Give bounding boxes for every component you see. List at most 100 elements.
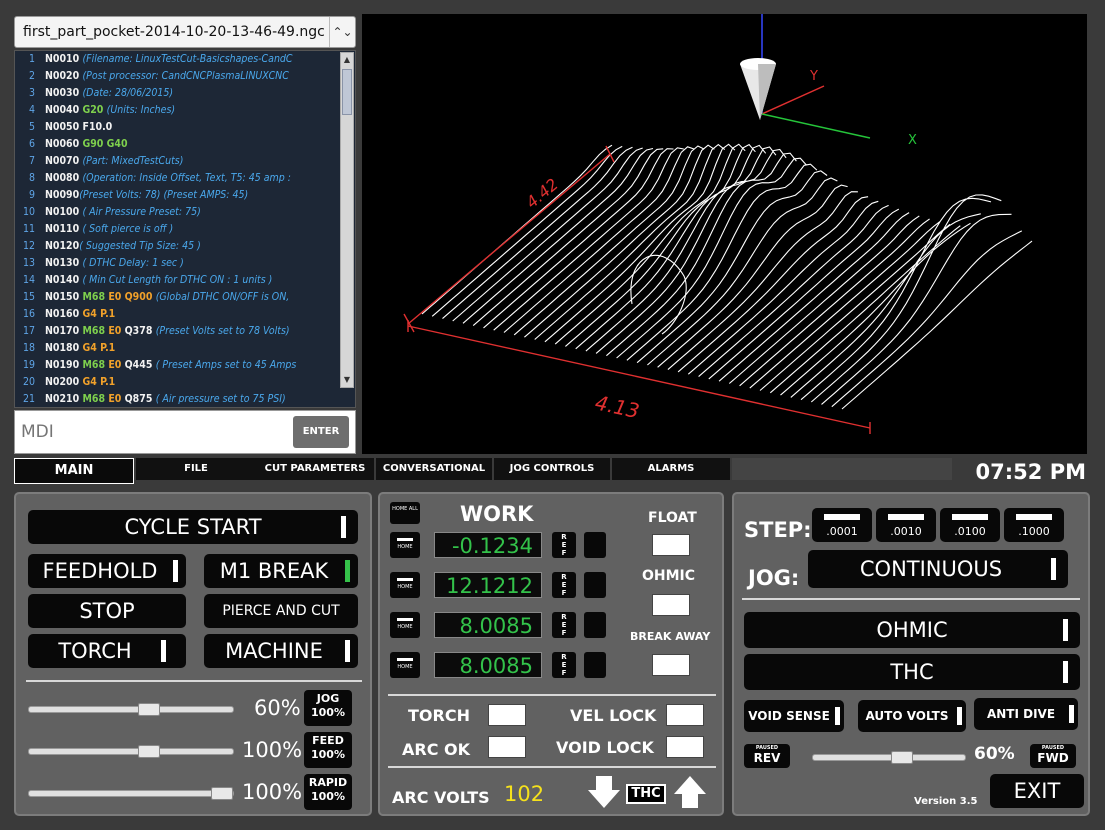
thc-up-arrow-icon[interactable] — [672, 774, 708, 810]
rapid-override-label: RAPID — [308, 776, 348, 789]
step-button[interactable]: .1000 — [1004, 508, 1064, 542]
feed-override-button[interactable]: FEED 100% — [304, 732, 352, 768]
tab-jog-controls[interactable]: JOG CONTROLS — [494, 458, 610, 480]
scroll-up-icon[interactable]: ▲ — [341, 53, 353, 67]
gcode-line[interactable]: 10 N0100 ( Air Pressure Preset: 75) — [15, 204, 355, 221]
jog-slider[interactable] — [28, 703, 234, 716]
thc-down-arrow-icon[interactable] — [586, 774, 622, 810]
gcode-line[interactable]: 17 N0170 M68 E0 Q378 (Preset Volts set to… — [15, 323, 355, 340]
tab-conversational[interactable]: CONVERSATIONAL — [376, 458, 492, 480]
torch-indicator — [161, 640, 166, 662]
home-bar — [397, 538, 413, 541]
ref-z-button[interactable]: REF — [552, 612, 576, 638]
gcode-line[interactable]: 7 N0070 (Part: MixedTestCuts) — [15, 153, 355, 170]
scroll-thumb[interactable] — [342, 69, 352, 115]
step-button[interactable]: .0001 — [812, 508, 872, 542]
gcode-token: E0 — [108, 325, 125, 337]
gcode-token: ( DTHC Delay: 1 sec ) — [82, 257, 184, 269]
file-select[interactable]: first_part_pocket-2014-10-20-13-46-49.ng… — [14, 16, 356, 48]
rev-button[interactable]: PAUSED REV — [744, 744, 790, 768]
tab-file[interactable]: FILE — [136, 458, 256, 480]
stop-button[interactable]: STOP — [28, 594, 186, 628]
home-z-button[interactable]: HOME — [390, 612, 420, 638]
tab-cut-parameters[interactable]: CUT PARAMETERS — [256, 458, 374, 480]
gcode-token: N0030 — [45, 87, 83, 99]
jog-slider-thumb[interactable] — [138, 703, 161, 716]
rapid-slider[interactable] — [28, 787, 234, 800]
gcode-line-number: 11 — [22, 223, 35, 235]
gcode-scrollbar[interactable]: ▲ ▼ — [340, 52, 354, 388]
torch-button[interactable]: TORCH — [28, 634, 186, 668]
enter-button[interactable]: ENTER — [293, 416, 349, 448]
home-a-button[interactable]: HOME — [390, 652, 420, 678]
gcode-line[interactable]: 18 N0180 G4 P.1 — [15, 340, 355, 357]
gcode-line[interactable]: 21 N0210 M68 E0 Q875 ( Air pressure set t… — [15, 391, 355, 407]
home-x-button[interactable]: HOME — [390, 532, 420, 558]
gcode-line[interactable]: 3 N0030 (Date: 28/06/2015) — [15, 85, 355, 102]
gcode-line[interactable]: 1 N0010 (Filename: LinuxTestCut-Basicshap… — [15, 51, 355, 68]
gcode-line[interactable]: 11 N0110 ( Soft pierce is off ) — [15, 221, 355, 238]
gcode-line[interactable]: 4 N0040 G20 (Units: Inches) — [15, 102, 355, 119]
zero-a-button[interactable] — [584, 652, 606, 678]
rapid-override-button[interactable]: RAPID 100% — [304, 774, 352, 810]
gcode-line[interactable]: 15 N0150 M68 E0 Q900 (Global DTHC ON/OFF … — [15, 289, 355, 306]
machine-button[interactable]: MACHINE — [204, 634, 358, 668]
ref-x-button[interactable]: REF — [552, 532, 576, 558]
gcode-line[interactable]: 8 N0080 (Operation: Inside Offset, Text, … — [15, 170, 355, 187]
tab-main[interactable]: MAIN — [14, 458, 134, 484]
gcode-viewer[interactable]: 1 N0010 (Filename: LinuxTestCut-Basicshap… — [14, 50, 356, 408]
step-button[interactable]: .0010 — [876, 508, 936, 542]
auto-volts-button[interactable]: AUTO VOLTS — [858, 700, 966, 732]
pierce-and-cut-button[interactable]: PIERCE AND CUT — [204, 594, 358, 628]
cycle-start-button[interactable]: CYCLE START — [28, 510, 358, 544]
rapid-slider-thumb[interactable] — [211, 787, 233, 800]
step-button[interactable]: .0100 — [940, 508, 1000, 542]
thc-toggle[interactable]: THC — [626, 784, 666, 804]
gcode-line[interactable]: 12 N0120( Suggested Tip Size: 45 ) — [15, 238, 355, 255]
cycle-start-label: CYCLE START — [124, 515, 262, 539]
gcode-line[interactable]: 5 N0050 F10.0 — [15, 119, 355, 136]
zero-y-button[interactable] — [584, 572, 606, 598]
feed-slider-thumb[interactable] — [138, 745, 161, 758]
toolpath-preview[interactable]: 4.42 4.13 Y X — [362, 14, 1087, 454]
void-sense-button[interactable]: VOID SENSE — [744, 700, 844, 732]
fwd-button[interactable]: PAUSED FWD — [1030, 744, 1076, 768]
zero-x-button[interactable] — [584, 532, 606, 558]
gcode-line[interactable]: 14 N0140 ( Min Cut Length for DTHC ON : 1… — [15, 272, 355, 289]
anti-dive-label: ANTI DIVE — [986, 707, 1056, 721]
gcode-token: (Filename: LinuxTestCut-Basicshapes-Cand… — [82, 53, 293, 65]
path-speed-slider-thumb[interactable] — [891, 751, 913, 764]
scroll-down-icon[interactable]: ▼ — [341, 373, 353, 387]
gcode-token: N0180 — [45, 342, 83, 354]
thc-toggle-button[interactable]: THC — [744, 654, 1080, 690]
jog-mode-indicator — [1051, 558, 1056, 580]
break-away-indicator — [652, 654, 690, 676]
zero-z-button[interactable] — [584, 612, 606, 638]
ohmic-toggle-button[interactable]: OHMIC — [744, 612, 1080, 648]
m1-break-button[interactable]: M1 BREAK — [204, 554, 358, 588]
divider — [388, 766, 716, 768]
gcode-line[interactable]: 16 N0160 G4 P.1 — [15, 306, 355, 323]
jog-mode-button[interactable]: CONTINUOUS — [808, 550, 1068, 588]
exit-button[interactable]: EXIT — [990, 774, 1084, 808]
feed-slider[interactable] — [28, 745, 234, 758]
gcode-line[interactable]: 9 N0090(Preset Volts: 78) (Preset AMPS: 4… — [15, 187, 355, 204]
tab-alarms[interactable]: ALARMS — [612, 458, 730, 480]
feedhold-button[interactable]: FEEDHOLD — [28, 554, 186, 588]
gcode-line[interactable]: 13 N0130 ( DTHC Delay: 1 sec ) — [15, 255, 355, 272]
home-all-button[interactable]: HOME ALL — [390, 502, 420, 524]
gcode-line[interactable]: 6 N0060 G90 G40 — [15, 136, 355, 153]
jog-override-button[interactable]: JOG 100% — [304, 690, 352, 726]
anti-dive-button[interactable]: ANTI DIVE — [974, 698, 1078, 730]
ref-y-button[interactable]: REF — [552, 572, 576, 598]
mdi-input[interactable] — [15, 411, 285, 453]
gcode-token: M68 — [82, 291, 109, 303]
gcode-line[interactable]: 20 N0200 G4 P.1 — [15, 374, 355, 391]
path-speed-slider[interactable] — [812, 751, 966, 764]
home-y-button[interactable]: HOME — [390, 572, 420, 598]
ohmic-indicator — [652, 594, 690, 616]
ref-a-button[interactable]: REF — [552, 652, 576, 678]
gcode-token: Q445 — [124, 359, 156, 371]
gcode-line[interactable]: 19 N0190 M68 E0 Q445 ( Preset Amps set to… — [15, 357, 355, 374]
gcode-line[interactable]: 2 N0020 (Post processor: CandCNCPlasmaLIN… — [15, 68, 355, 85]
